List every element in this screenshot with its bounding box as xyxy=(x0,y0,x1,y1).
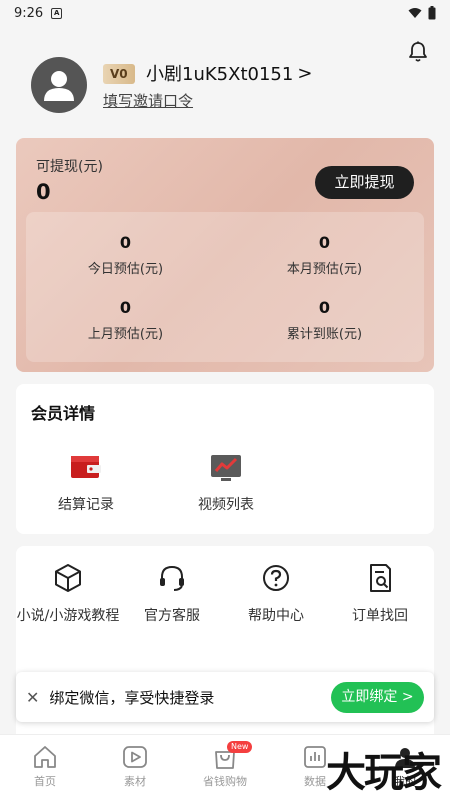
tab-label: 首页 xyxy=(34,774,56,788)
settlement-record-label: 结算记录 xyxy=(58,497,114,513)
chevron-right-icon: > xyxy=(297,62,313,84)
stat-value: 0 xyxy=(119,232,132,252)
stat-label: 本月预估(元) xyxy=(286,261,363,277)
bind-wechat-text: 绑定微信，享受快捷登录 xyxy=(49,688,215,707)
status-time: 9:26 xyxy=(14,5,44,21)
username-link[interactable]: 小剧1uK5Xt0151 > xyxy=(146,60,312,86)
chevron-right-icon: > xyxy=(401,688,414,705)
invite-code-link[interactable]: 填写邀请口令 xyxy=(103,90,193,111)
play-icon xyxy=(123,745,147,768)
stat-today: 0 今日预估(元) xyxy=(26,222,225,287)
member-details-title: 会员详情 xyxy=(31,404,96,423)
watermark-logo: 大玩家 xyxy=(326,749,442,796)
stat-label: 累计到账(元) xyxy=(286,326,363,342)
settlement-record-item[interactable]: 结算记录 xyxy=(31,452,141,514)
stat-label: 上月预估(元) xyxy=(87,326,164,342)
tab-label: 省钱购物 xyxy=(203,774,247,788)
tab-label: 数据 xyxy=(304,774,326,788)
vip-level-badge: V0 xyxy=(103,64,135,84)
tool-order-recovery[interactable]: 订单找回 xyxy=(328,562,432,626)
tab-label: 素材 xyxy=(124,774,146,788)
earnings-stats: 0 今日预估(元) 0 本月预估(元) 0 上月预估(元) 0 累计到账(元) xyxy=(26,212,424,362)
headset-icon xyxy=(160,565,184,591)
battery-icon xyxy=(428,6,436,20)
tool-tutorial[interactable]: 小说/小游戏教程 xyxy=(16,562,120,626)
wifi-icon xyxy=(408,8,422,18)
tab-materials[interactable]: 素材 xyxy=(90,735,180,797)
new-badge: New xyxy=(227,741,253,753)
help-icon xyxy=(263,565,289,591)
bind-now-button[interactable]: 立即绑定 > xyxy=(331,681,424,713)
cube-icon xyxy=(55,564,81,592)
stat-this-month: 0 本月预估(元) xyxy=(225,222,424,287)
username: 小剧1uK5Xt0151 xyxy=(146,64,294,85)
bind-now-label: 立即绑定 xyxy=(341,688,398,705)
tool-label: 帮助中心 xyxy=(248,608,304,624)
stat-last-month: 0 上月预估(元) xyxy=(26,287,225,352)
tool-label: 订单找回 xyxy=(352,608,408,624)
stat-value: 0 xyxy=(318,297,331,317)
tab-shopping[interactable]: New 省钱购物 xyxy=(180,735,270,797)
bind-wechat-banner: ✕ 绑定微信，享受快捷登录 立即绑定 > xyxy=(16,672,434,722)
video-list-label: 视频列表 xyxy=(198,497,254,513)
video-list-item[interactable]: 视频列表 xyxy=(171,452,281,514)
tool-help-center[interactable]: 帮助中心 xyxy=(224,562,328,626)
tab-home[interactable]: 首页 xyxy=(0,735,90,797)
order-search-icon xyxy=(370,564,391,592)
tool-label: 官方客服 xyxy=(144,608,200,624)
home-icon xyxy=(34,745,56,768)
tool-label: 小说/小游戏教程 xyxy=(16,608,120,624)
stat-total-received: 0 累计到账(元) xyxy=(225,287,424,352)
settlement-record-icon xyxy=(71,456,101,478)
stat-value: 0 xyxy=(318,232,331,252)
status-bar: 9:26 A xyxy=(0,0,450,26)
withdrawable-label: 可提现(元) xyxy=(36,159,103,175)
withdraw-button[interactable]: 立即提现 xyxy=(315,166,414,199)
avatar[interactable] xyxy=(31,57,87,113)
member-details-card: 会员详情 结算记录 视频列表 xyxy=(16,384,434,534)
withdrawable-amount: 0 xyxy=(36,180,51,204)
user-silhouette-icon xyxy=(44,71,74,101)
close-icon[interactable]: ✕ xyxy=(26,688,39,707)
video-list-icon xyxy=(211,455,241,481)
data-icon xyxy=(304,745,326,768)
profile-header: V0 小剧1uK5Xt0151 > 填写邀请口令 xyxy=(0,26,450,138)
stat-value: 0 xyxy=(119,297,132,317)
stat-label: 今日预估(元) xyxy=(87,261,164,277)
earnings-card: 可提现(元) 0 立即提现 0 今日预估(元) 0 本月预估(元) 0 上月预估… xyxy=(16,138,434,372)
tool-customer-service[interactable]: 官方客服 xyxy=(120,562,224,626)
bell-icon[interactable] xyxy=(406,40,430,64)
notification-app-icon: A xyxy=(51,7,63,19)
